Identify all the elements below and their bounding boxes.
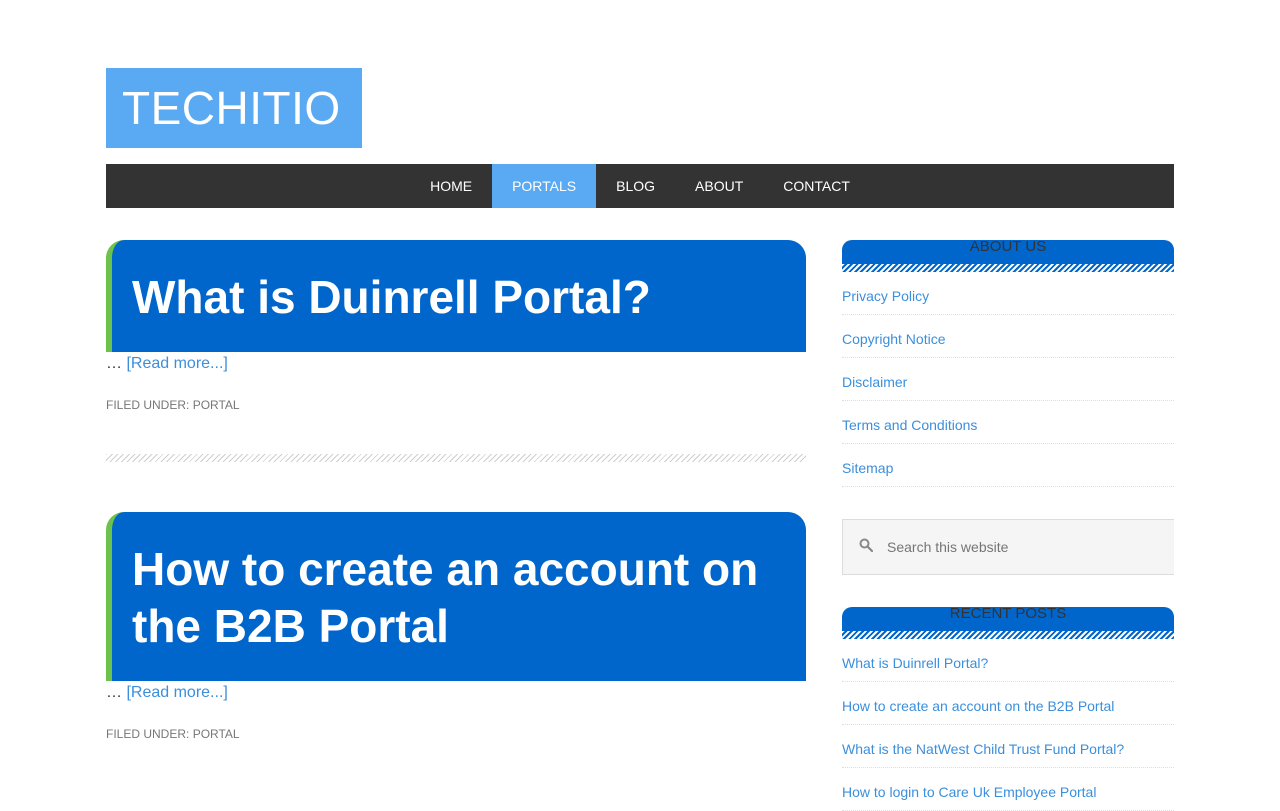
post-title[interactable]: What is Duinrell Portal? [106,240,806,352]
nav-item-portals[interactable]: PORTALS [492,164,597,208]
category-link[interactable]: PORTAL [193,398,240,412]
list-item: Sitemap [842,444,1174,487]
category-link[interactable]: PORTAL [193,727,240,741]
list-item: How to login to Care Uk Employee Portal [842,768,1174,811]
sidebar: ABOUT US Privacy Policy Copyright Notice… [842,239,1174,811]
search-form [842,519,1174,575]
read-more-link[interactable]: [Read more...] [126,355,227,372]
post-excerpt: … [Read more...] [106,681,806,705]
site-logo[interactable]: TECHITIO [106,68,362,148]
main-nav: HOME PORTALS BLOG ABOUT CONTACT [106,164,1174,208]
recent-post-link[interactable]: What is Duinrell Portal? [842,655,988,671]
filed-under-label: FILED UNDER: [106,727,193,741]
search-input[interactable] [873,520,1173,574]
filed-under-label: FILED UNDER: [106,398,193,412]
post-entry: How to create an account on the B2B Port… [106,512,806,741]
about-links: Privacy Policy Copyright Notice Disclaim… [842,272,1174,487]
recent-post-link[interactable]: How to create an account on the B2B Port… [842,698,1114,714]
excerpt-ellipsis: … [106,355,127,372]
list-item: Copyright Notice [842,315,1174,358]
widget-title-recent: RECENT POSTS [842,606,1174,639]
about-widget: ABOUT US Privacy Policy Copyright Notice… [842,239,1174,487]
post-excerpt: … [Read more...] [106,352,806,376]
recent-posts-list: What is Duinrell Portal? How to create a… [842,639,1174,811]
post-divider [106,454,806,462]
main-content: What is Duinrell Portal? … [Read more...… [106,240,806,741]
list-item: Privacy Policy [842,272,1174,315]
recent-post-link[interactable]: How to login to Care Uk Employee Portal [842,784,1096,800]
nav-item-contact[interactable]: CONTACT [763,164,870,208]
recent-post-link[interactable]: What is the NatWest Child Trust Fund Por… [842,741,1124,757]
post-meta: FILED UNDER: PORTAL [106,398,806,412]
copyright-notice-link[interactable]: Copyright Notice [842,331,946,347]
post-title[interactable]: How to create an account on the B2B Port… [106,512,806,681]
read-more-link[interactable]: [Read more...] [126,684,227,701]
list-item: How to create an account on the B2B Port… [842,682,1174,725]
recent-posts-widget: RECENT POSTS What is Duinrell Portal? Ho… [842,606,1174,811]
terms-link[interactable]: Terms and Conditions [842,417,977,433]
list-item: What is the NatWest Child Trust Fund Por… [842,725,1174,768]
nav-item-about[interactable]: ABOUT [675,164,763,208]
list-item: Disclaimer [842,358,1174,401]
disclaimer-link[interactable]: Disclaimer [842,374,907,390]
excerpt-ellipsis: … [106,684,127,701]
nav-item-blog[interactable]: BLOG [596,164,675,208]
list-item: What is Duinrell Portal? [842,639,1174,682]
list-item: Terms and Conditions [842,401,1174,444]
post-meta: FILED UNDER: PORTAL [106,727,806,741]
privacy-policy-link[interactable]: Privacy Policy [842,288,929,304]
widget-title-about: ABOUT US [842,239,1174,272]
sitemap-link[interactable]: Sitemap [842,460,893,476]
post-entry: What is Duinrell Portal? … [Read more...… [106,240,806,412]
search-icon[interactable] [859,538,873,552]
nav-item-home[interactable]: HOME [410,164,492,208]
